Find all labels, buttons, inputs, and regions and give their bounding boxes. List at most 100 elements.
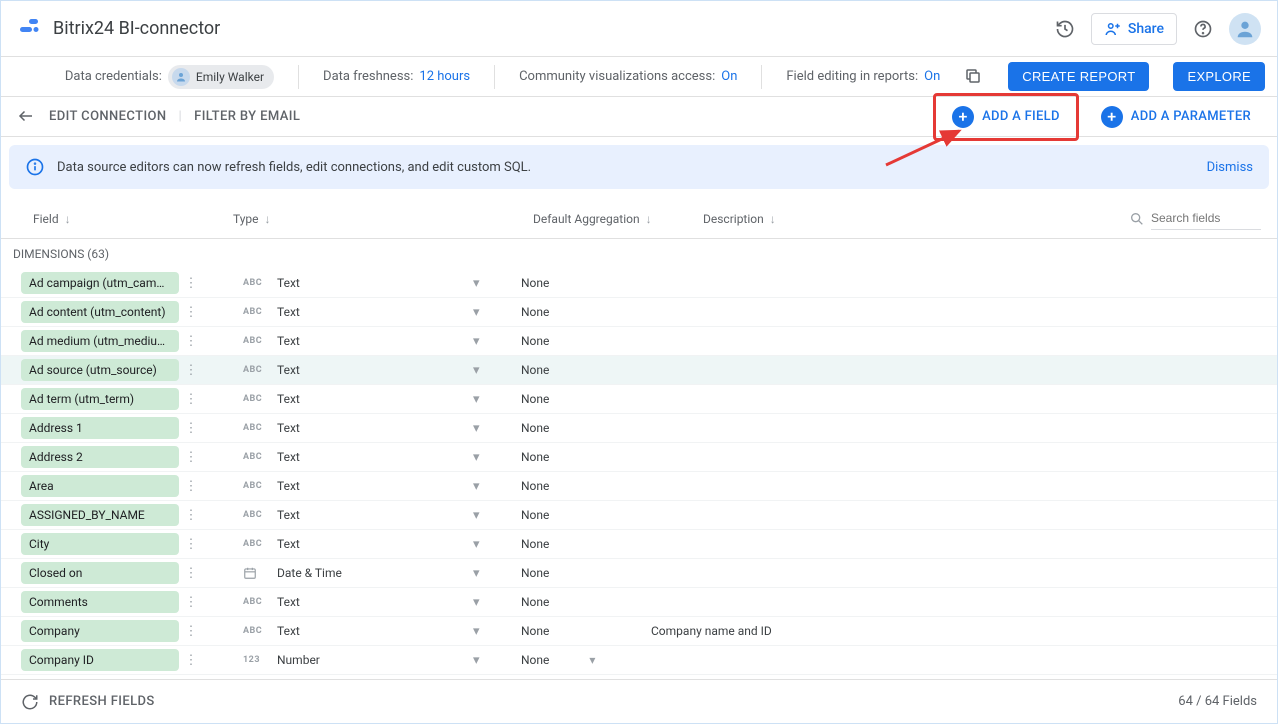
field-name-chip[interactable]: City — [21, 533, 179, 555]
row-menu-icon[interactable]: ⋮ — [179, 537, 203, 552]
type-dropdown-icon[interactable]: ▾ — [473, 537, 491, 552]
field-name-chip[interactable]: ASSIGNED_BY_NAME — [21, 504, 179, 526]
row-menu-icon[interactable]: ⋮ — [179, 624, 203, 639]
field-name-chip[interactable]: Closed on — [21, 562, 179, 584]
aggregation-cell[interactable]: None — [491, 595, 631, 609]
field-row[interactable]: Company⋮ABCText▾NoneCompany name and ID — [1, 617, 1277, 646]
field-row[interactable]: Ad term (utm_term)⋮ABCText▾None — [1, 385, 1277, 414]
create-report-button[interactable]: CREATE REPORT — [1008, 62, 1149, 91]
row-menu-icon[interactable]: ⋮ — [179, 421, 203, 436]
aggregation-cell[interactable]: None — [491, 450, 631, 464]
community-viz-access[interactable]: Community visualizations access: On — [519, 69, 737, 84]
data-freshness[interactable]: Data freshness: 12 hours — [323, 69, 470, 84]
field-name-chip[interactable]: Comments — [21, 591, 179, 613]
credentials-chip[interactable]: Emily Walker — [168, 65, 274, 89]
type-cell[interactable]: ABCText — [203, 450, 473, 464]
type-cell[interactable]: Date & Time — [203, 566, 473, 580]
row-menu-icon[interactable]: ⋮ — [179, 363, 203, 378]
field-name-chip[interactable]: Ad campaign (utm_camp... — [21, 272, 179, 294]
row-menu-icon[interactable]: ⋮ — [179, 276, 203, 291]
field-row[interactable]: Ad content (utm_content)⋮ABCText▾None — [1, 298, 1277, 327]
type-cell[interactable]: ABCText — [203, 624, 473, 638]
field-name-chip[interactable]: Ad medium (utm_medium) — [21, 330, 179, 352]
aggregation-cell[interactable]: None▾ — [491, 653, 631, 667]
aggregation-cell[interactable]: None — [491, 363, 631, 377]
field-row[interactable]: Area⋮ABCText▾None — [1, 472, 1277, 501]
type-dropdown-icon[interactable]: ▾ — [473, 653, 491, 668]
field-row[interactable]: Address 2⋮ABCText▾None — [1, 443, 1277, 472]
field-row[interactable]: Closed on⋮Date & Time▾None — [1, 559, 1277, 588]
aggregation-cell[interactable]: None — [491, 479, 631, 493]
type-dropdown-icon[interactable]: ▾ — [473, 450, 491, 465]
explore-button[interactable]: EXPLORE — [1173, 62, 1265, 91]
type-dropdown-icon[interactable]: ▾ — [473, 595, 491, 610]
back-arrow-icon[interactable] — [17, 107, 37, 127]
field-name-chip[interactable]: Address 2 — [21, 446, 179, 468]
aggregation-cell[interactable]: None — [491, 421, 631, 435]
type-cell[interactable]: ABCText — [203, 276, 473, 290]
history-icon[interactable] — [1053, 17, 1077, 41]
type-dropdown-icon[interactable]: ▾ — [473, 421, 491, 436]
row-menu-icon[interactable]: ⋮ — [179, 392, 203, 407]
field-name-chip[interactable]: Area — [21, 475, 179, 497]
crumb-edit-connection[interactable]: EDIT CONNECTION — [49, 109, 167, 124]
type-cell[interactable]: 123Number — [203, 653, 473, 667]
type-cell[interactable]: ABCText — [203, 537, 473, 551]
field-name-chip[interactable]: Ad term (utm_term) — [21, 388, 179, 410]
field-row[interactable]: Comments⋮ABCText▾None — [1, 588, 1277, 617]
description-cell[interactable]: Company name and ID — [631, 624, 1277, 638]
type-dropdown-icon[interactable]: ▾ — [473, 276, 491, 291]
search-fields-input[interactable] — [1151, 207, 1261, 230]
field-row[interactable]: Ad source (utm_source)⋮ABCText▾None — [1, 356, 1277, 385]
field-name-chip[interactable]: Ad source (utm_source) — [21, 359, 179, 381]
refresh-fields-button[interactable]: REFRESH FIELDS — [21, 693, 155, 711]
field-name-chip[interactable]: Company — [21, 620, 179, 642]
help-icon[interactable] — [1191, 17, 1215, 41]
row-menu-icon[interactable]: ⋮ — [179, 653, 203, 668]
col-desc[interactable]: Description↓ — [703, 212, 1129, 226]
aggregation-cell[interactable]: None — [491, 508, 631, 522]
type-dropdown-icon[interactable]: ▾ — [473, 566, 491, 581]
add-parameter-button[interactable]: + ADD A PARAMETER — [1091, 100, 1261, 134]
aggregation-cell[interactable]: None — [491, 334, 631, 348]
col-field[interactable]: Field↓ — [33, 212, 233, 226]
type-dropdown-icon[interactable]: ▾ — [473, 508, 491, 523]
aggregation-cell[interactable]: None — [491, 537, 631, 551]
type-cell[interactable]: ABCText — [203, 595, 473, 609]
type-cell[interactable]: ABCText — [203, 305, 473, 319]
agg-dropdown-icon[interactable]: ▾ — [589, 653, 595, 667]
field-row[interactable]: City⋮ABCText▾None — [1, 530, 1277, 559]
type-dropdown-icon[interactable]: ▾ — [473, 624, 491, 639]
copy-icon[interactable] — [964, 67, 984, 87]
row-menu-icon[interactable]: ⋮ — [179, 595, 203, 610]
aggregation-cell[interactable]: None — [491, 392, 631, 406]
add-field-button[interactable]: + ADD A FIELD — [942, 100, 1070, 134]
user-avatar[interactable] — [1229, 13, 1261, 45]
field-row[interactable]: Company name⋮ABCText▾None — [1, 675, 1277, 677]
type-dropdown-icon[interactable]: ▾ — [473, 334, 491, 349]
col-type[interactable]: Type↓ — [233, 212, 533, 226]
type-cell[interactable]: ABCText — [203, 392, 473, 406]
field-row[interactable]: Ad medium (utm_medium)⋮ABCText▾None — [1, 327, 1277, 356]
type-cell[interactable]: ABCText — [203, 363, 473, 377]
field-row[interactable]: Company ID⋮123Number▾None▾ — [1, 646, 1277, 675]
col-agg[interactable]: Default Aggregation↓ — [533, 212, 703, 226]
type-dropdown-icon[interactable]: ▾ — [473, 305, 491, 320]
field-row[interactable]: Address 1⋮ABCText▾None — [1, 414, 1277, 443]
field-name-chip[interactable]: Address 1 — [21, 417, 179, 439]
row-menu-icon[interactable]: ⋮ — [179, 305, 203, 320]
aggregation-cell[interactable]: None — [491, 624, 631, 638]
type-dropdown-icon[interactable]: ▾ — [473, 392, 491, 407]
type-cell[interactable]: ABCText — [203, 479, 473, 493]
share-button[interactable]: Share — [1091, 13, 1177, 45]
field-row[interactable]: Ad campaign (utm_camp...⋮ABCText▾None — [1, 269, 1277, 298]
aggregation-cell[interactable]: None — [491, 276, 631, 290]
dismiss-button[interactable]: Dismiss — [1207, 160, 1253, 175]
field-name-chip[interactable]: Ad content (utm_content) — [21, 301, 179, 323]
type-dropdown-icon[interactable]: ▾ — [473, 479, 491, 494]
aggregation-cell[interactable]: None — [491, 566, 631, 580]
row-menu-icon[interactable]: ⋮ — [179, 334, 203, 349]
field-editing[interactable]: Field editing in reports: On — [786, 69, 940, 84]
type-dropdown-icon[interactable]: ▾ — [473, 363, 491, 378]
field-row[interactable]: ASSIGNED_BY_NAME⋮ABCText▾None — [1, 501, 1277, 530]
